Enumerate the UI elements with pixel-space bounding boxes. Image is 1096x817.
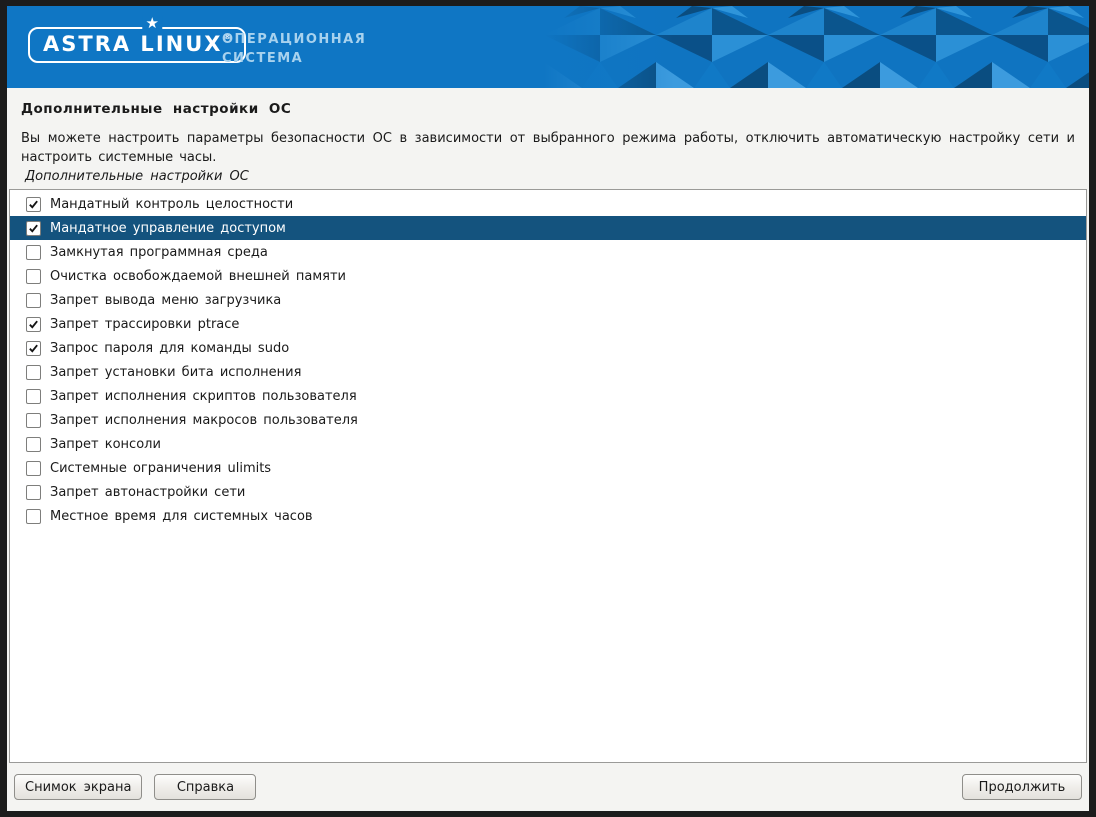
check-icon (28, 343, 39, 354)
option-row[interactable]: Запрет трассировки ptrace (10, 312, 1086, 336)
option-row[interactable]: Запрет исполнения макросов пользователя (10, 408, 1086, 432)
option-row[interactable]: Мандатное управление доступом (10, 216, 1086, 240)
option-label: Мандатное управление доступом (50, 221, 286, 236)
installer-window-frame: ★ ASTRA LINUX® ОПЕРАЦИОННАЯ СИСТЕМА Допо… (0, 0, 1096, 817)
option-row[interactable]: Местное время для системных часов (10, 504, 1086, 528)
option-checkbox[interactable] (26, 197, 41, 212)
option-label: Местное время для системных часов (50, 509, 313, 524)
star-icon: ★ (143, 16, 162, 30)
options-list: Мандатный контроль целостности Мандатное… (9, 189, 1087, 763)
option-checkbox[interactable] (26, 341, 41, 356)
option-label: Системные ограничения ulimits (50, 461, 271, 476)
option-checkbox[interactable] (26, 485, 41, 500)
option-checkbox[interactable] (26, 509, 41, 524)
option-checkbox[interactable] (26, 461, 41, 476)
option-label: Замкнутая программная среда (50, 245, 268, 260)
option-row[interactable]: Замкнутая программная среда (10, 240, 1086, 264)
check-icon (28, 319, 39, 330)
option-row[interactable]: Системные ограничения ulimits (10, 456, 1086, 480)
option-checkbox[interactable] (26, 245, 41, 260)
option-label: Запрет трассировки ptrace (50, 317, 239, 332)
options-list-label: Дополнительные настройки ОС (25, 169, 1075, 184)
check-icon (28, 199, 39, 210)
option-label: Запрет исполнения макросов пользователя (50, 413, 358, 428)
option-checkbox[interactable] (26, 221, 41, 236)
brand-line2: СИСТЕМА (222, 49, 366, 68)
option-row[interactable]: Запрет вывода меню загрузчика (10, 288, 1086, 312)
option-row[interactable]: Запрет установки бита исполнения (10, 360, 1086, 384)
option-checkbox[interactable] (26, 293, 41, 308)
option-label: Мандатный контроль целостности (50, 197, 293, 212)
option-row[interactable]: Запрет автонастройки сети (10, 480, 1086, 504)
brand-line1: ОПЕРАЦИОННАЯ (222, 30, 366, 49)
option-checkbox[interactable] (26, 317, 41, 332)
brand-caption: ОПЕРАЦИОННАЯ СИСТЕМА (222, 30, 366, 68)
option-checkbox[interactable] (26, 389, 41, 404)
option-label: Запрос пароля для команды sudo (50, 341, 289, 356)
check-icon (28, 223, 39, 234)
option-row[interactable]: Очистка освобождаемой внешней памяти (10, 264, 1086, 288)
installer-window: ★ ASTRA LINUX® ОПЕРАЦИОННАЯ СИСТЕМА Допо… (7, 6, 1089, 811)
option-checkbox[interactable] (26, 437, 41, 452)
option-label: Запрет вывода меню загрузчика (50, 293, 281, 308)
logo-text: ASTRA LINUX (43, 32, 222, 56)
page-description: Вы можете настроить параметры безопаснос… (21, 129, 1075, 167)
footer-button-bar: Снимок экрана Справка Продолжить (7, 763, 1089, 811)
option-label: Запрет установки бита исполнения (50, 365, 301, 380)
screenshot-button[interactable]: Снимок экрана (14, 774, 142, 800)
option-checkbox[interactable] (26, 269, 41, 284)
option-label: Запрет исполнения скриптов пользователя (50, 389, 357, 404)
option-label: Запрет автонастройки сети (50, 485, 245, 500)
option-checkbox[interactable] (26, 365, 41, 380)
page-content: Дополнительные настройки ОС Вы можете на… (7, 88, 1089, 763)
option-row[interactable]: Запрос пароля для команды sudo (10, 336, 1086, 360)
astra-linux-logo: ★ ASTRA LINUX® (28, 27, 246, 63)
continue-button[interactable]: Продолжить (962, 774, 1082, 800)
option-label: Запрет консоли (50, 437, 161, 452)
pattern-fade (544, 6, 674, 88)
option-checkbox[interactable] (26, 413, 41, 428)
option-label: Очистка освобождаемой внешней памяти (50, 269, 346, 284)
header-geometric-pattern (544, 6, 1089, 88)
header-banner: ★ ASTRA LINUX® ОПЕРАЦИОННАЯ СИСТЕМА (7, 6, 1089, 88)
page-title: Дополнительные настройки ОС (21, 101, 1075, 117)
option-row[interactable]: Запрет консоли (10, 432, 1086, 456)
help-button[interactable]: Справка (154, 774, 256, 800)
option-row[interactable]: Запрет исполнения скриптов пользователя (10, 384, 1086, 408)
option-row[interactable]: Мандатный контроль целостности (10, 192, 1086, 216)
